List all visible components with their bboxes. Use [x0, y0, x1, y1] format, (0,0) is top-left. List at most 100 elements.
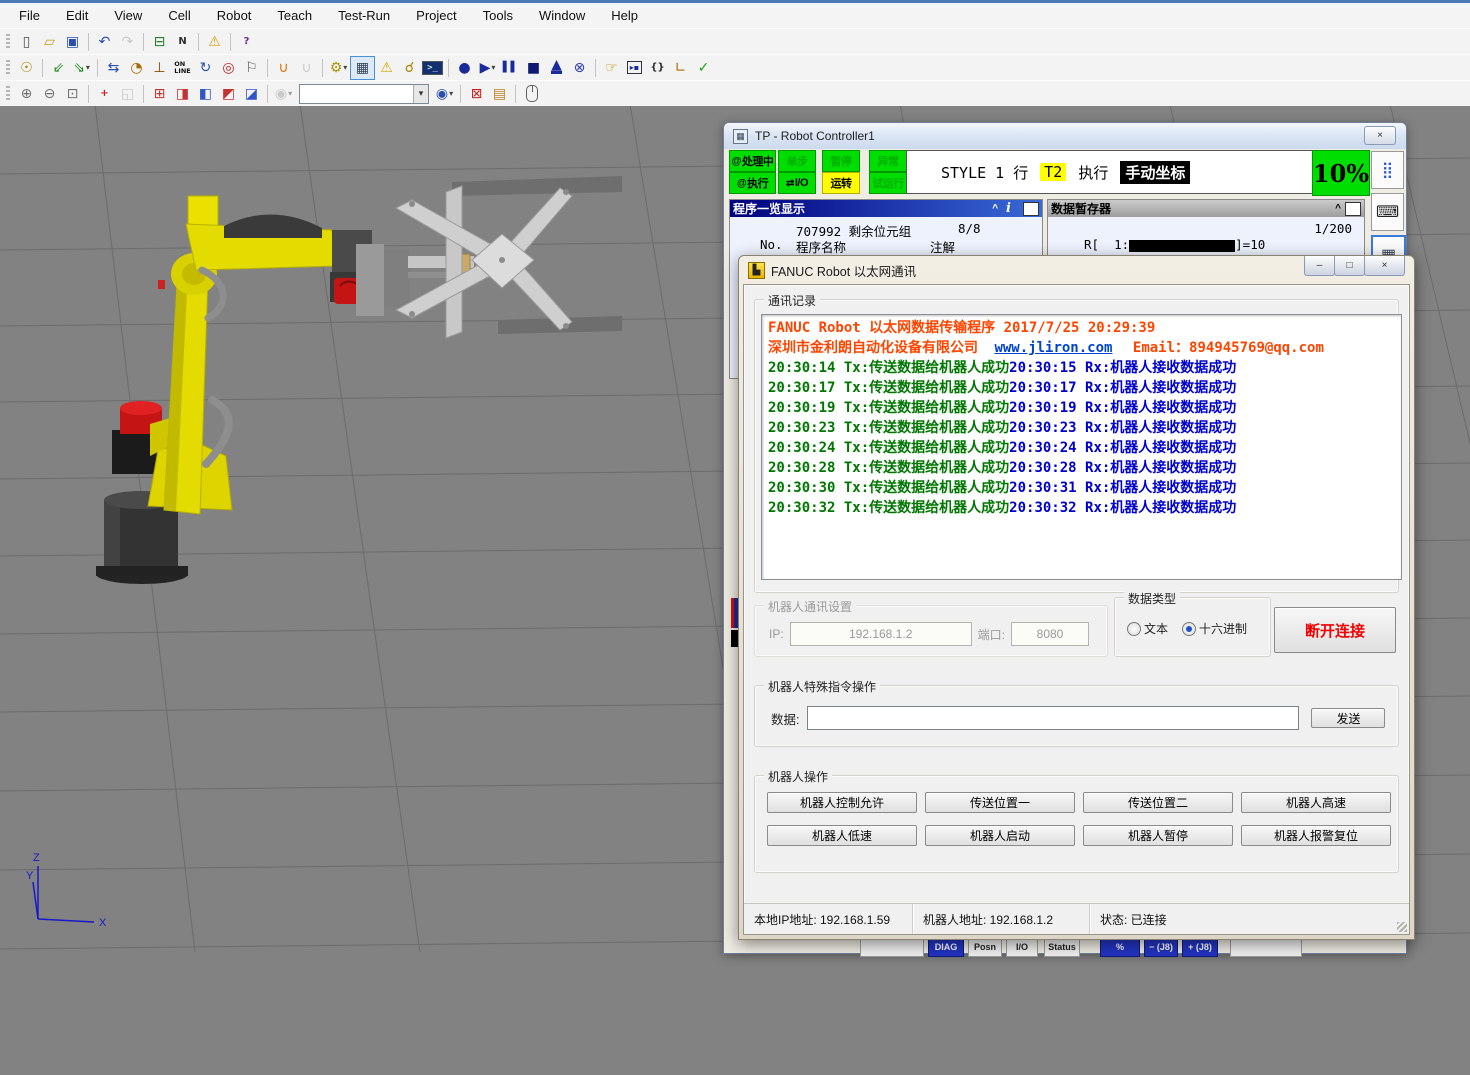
online-mode-icon[interactable]: ONLINE [171, 57, 194, 79]
robot-alarm-reset-button[interactable]: 机器人报警复位 [1241, 825, 1391, 846]
robot-pause-button[interactable]: 机器人暂停 [1083, 825, 1233, 846]
robot-rotate-icon[interactable]: ↻ [194, 57, 217, 79]
mouse-mapping-icon[interactable] [520, 83, 543, 105]
send-position-1-button[interactable]: 传送位置一 [925, 792, 1075, 813]
run-panel-icon[interactable]: ▸▪ [623, 57, 646, 79]
menu-cell[interactable]: Cell [155, 5, 203, 26]
close-button[interactable]: × [1364, 256, 1405, 276]
resize-grip[interactable] [1397, 922, 1407, 932]
signpost-icon[interactable]: ⚐ [240, 57, 263, 79]
fkey-diag[interactable]: DIAG [928, 937, 964, 957]
measure-gauge-icon[interactable]: ◔ [125, 57, 148, 79]
save-cell-icon[interactable]: ▣ [61, 31, 84, 53]
zoom-out-icon[interactable]: ⊖ [38, 83, 61, 105]
teach-pendant-icon[interactable]: ▦ [350, 56, 375, 80]
measure-ruler-icon[interactable]: ▤ [488, 83, 511, 105]
tp-close-button[interactable]: × [1364, 126, 1396, 145]
robot-find-icon[interactable]: ☌ [398, 57, 421, 79]
robot-high-speed-button[interactable]: 机器人高速 [1241, 792, 1391, 813]
camera-prev-icon[interactable]: ◉▾ [272, 83, 295, 105]
dialog-titlebar[interactable]: ▙ FANUC Robot 以太网通讯 – □ × [739, 256, 1414, 284]
fkey-blank-1[interactable] [860, 937, 924, 957]
menu-project[interactable]: Project [403, 5, 469, 26]
cell-browser-icon[interactable]: ⊟ [148, 31, 171, 53]
kcl-terminal-icon[interactable]: >_ [421, 57, 444, 79]
gripper-link-icon[interactable]: ∪ [295, 57, 318, 79]
menu-file[interactable]: File [6, 5, 53, 26]
menu-test-run[interactable]: Test-Run [325, 5, 403, 26]
part-shift-left-icon[interactable]: ◧ [194, 83, 217, 105]
teach-jog-lock-icon[interactable]: ⇙ [47, 57, 70, 79]
redo-icon[interactable]: ↷ [116, 31, 139, 53]
keyboard-icon[interactable]: ⌨ [1371, 193, 1404, 231]
ip-field[interactable] [790, 622, 972, 646]
zoom-in-icon[interactable]: ⊕ [15, 83, 38, 105]
alarm-save-icon[interactable]: ⚠ [203, 31, 226, 53]
send-position-2-button[interactable]: 传送位置二 [1083, 792, 1233, 813]
robot-jog-menu-icon[interactable]: ⚙▾ [327, 57, 350, 79]
menu-view[interactable]: View [101, 5, 155, 26]
help-icon[interactable]: ? [235, 31, 258, 53]
part-add-icon[interactable]: ⊞ [148, 83, 171, 105]
fkey-minus-j8[interactable]: − (J8) [1144, 937, 1178, 957]
new-cell-icon[interactable]: ▯ [15, 31, 38, 53]
robot-start-button[interactable]: 机器人启动 [925, 825, 1075, 846]
numeric-order-icon[interactable]: N [171, 31, 194, 53]
fkey-posn[interactable]: Posn [968, 937, 1002, 957]
port-field[interactable] [1011, 622, 1089, 646]
wireframe-cube-icon[interactable]: ⊠ [465, 83, 488, 105]
teach-jog-edit-icon[interactable]: ⇘▾ [70, 57, 93, 79]
floor-plane-icon[interactable]: ◱ [116, 83, 139, 105]
fkey-blank-2[interactable] [1230, 937, 1302, 957]
toolbar-grip[interactable] [6, 60, 10, 76]
robot-low-speed-button[interactable]: 机器人低速 [767, 825, 917, 846]
comm-log-textarea[interactable]: FANUC Robot 以太网数据传输程序 2017/7/25 20:29:39… [761, 314, 1402, 580]
eject-icon[interactable]: ▲ [545, 57, 568, 79]
fkey-plus-j8[interactable]: + (J8) [1182, 937, 1218, 957]
command-input[interactable] [807, 706, 1299, 730]
maximize-button[interactable]: □ [1334, 256, 1365, 276]
fkey-io[interactable]: I/O [1006, 937, 1038, 957]
menu-window[interactable]: Window [526, 5, 598, 26]
center-view-icon[interactable]: + [93, 83, 116, 105]
panel-maximize-button[interactable] [1345, 202, 1361, 216]
menu-edit[interactable]: Edit [53, 5, 101, 26]
profiler-icon[interactable]: {} [646, 57, 669, 79]
fkey-percent[interactable]: % [1100, 937, 1140, 957]
register-titlebar[interactable]: 数据暂存器 ^ [1048, 200, 1364, 217]
stop-icon[interactable]: ■ [522, 57, 545, 79]
fkey-status[interactable]: Status [1044, 937, 1080, 957]
log-website-link[interactable]: www.jliron.com [994, 340, 1112, 356]
part-raise-icon[interactable]: ◩ [217, 83, 240, 105]
target-point-icon[interactable]: ◎ [217, 57, 240, 79]
datatype-text-radio[interactable]: 文本 [1127, 620, 1168, 637]
disconnect-button[interactable]: 断开连接 [1274, 607, 1396, 653]
toolbar-grip[interactable] [6, 86, 10, 102]
view-preset-combo[interactable] [299, 84, 429, 104]
cycle-start-icon[interactable]: ▶▾ [476, 57, 499, 79]
open-cell-icon[interactable]: ▱ [38, 31, 61, 53]
pixel-map-icon[interactable]: ⣿ [1371, 151, 1404, 189]
toolbar-grip[interactable] [6, 34, 10, 50]
minimize-button[interactable]: – [1304, 256, 1335, 276]
alarm-list-icon[interactable]: ⚠ [375, 57, 398, 79]
undo-icon[interactable]: ↶ [93, 31, 116, 53]
part-lower-icon[interactable]: ◪ [240, 83, 263, 105]
record-icon[interactable]: ● [453, 57, 476, 79]
menu-teach[interactable]: Teach [264, 5, 325, 26]
machine-relocate-icon[interactable]: ⇆ [102, 57, 125, 79]
panel-maximize-button[interactable] [1023, 202, 1039, 216]
robot-hand-icon[interactable]: ☞ [600, 57, 623, 79]
abort-icon[interactable]: ⊗ [568, 57, 591, 79]
timing-diagram-icon[interactable]: ∟ [669, 57, 692, 79]
camera-view-icon[interactable]: ◉▾ [433, 83, 456, 105]
pause-icon[interactable]: ▌▌ [499, 57, 522, 79]
ok-flag-icon[interactable]: ✓ [692, 57, 715, 79]
tp-titlebar[interactable]: ▦ TP - Robot Controller1 × [724, 123, 1406, 149]
program-list-titlebar[interactable]: 程序一览显示 ^ i [730, 200, 1042, 217]
gripper-open-icon[interactable]: ∪ [272, 57, 295, 79]
menu-robot[interactable]: Robot [204, 5, 265, 26]
menu-tools[interactable]: Tools [470, 5, 526, 26]
robot-neighborhood-icon[interactable]: ☉ [15, 57, 38, 79]
menu-help[interactable]: Help [598, 5, 651, 26]
